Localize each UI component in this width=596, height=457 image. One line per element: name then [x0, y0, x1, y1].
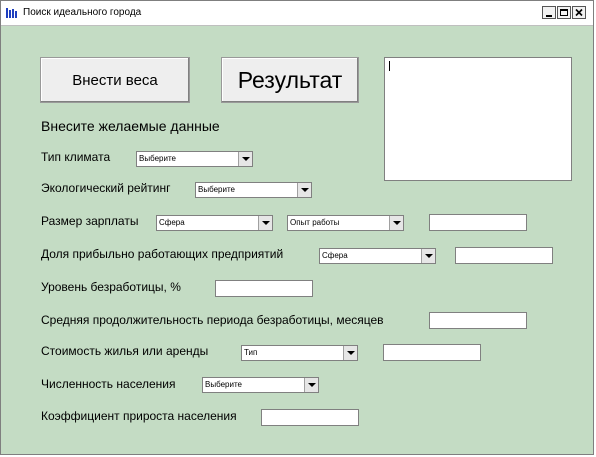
chevron-down-icon — [258, 216, 272, 230]
eco-rating-select[interactable]: Выберите — [195, 182, 312, 198]
housing-cost-label: Стоимость жилья или аренды — [41, 344, 209, 358]
salary-input[interactable] — [429, 214, 527, 231]
work-experience-select[interactable]: Опыт работы — [287, 215, 404, 231]
app-window: Поиск идеального города Внести веса Резу… — [0, 0, 594, 455]
minimize-button[interactable] — [542, 6, 556, 19]
profit-sector-select-value: Сфера — [322, 251, 348, 260]
unemployment-rate-input[interactable] — [215, 280, 313, 297]
title-bar[interactable]: Поиск идеального города — [1, 1, 593, 26]
climate-select[interactable]: Выберите — [136, 151, 253, 167]
result-textarea[interactable] — [384, 57, 572, 181]
population-growth-label: Коэффициент прироста населения — [41, 409, 237, 423]
profit-sector-select[interactable]: Сфера — [319, 248, 436, 264]
chevron-down-icon — [389, 216, 403, 230]
housing-type-select[interactable]: Тип — [241, 345, 358, 361]
salary-sector-select[interactable]: Сфера — [156, 215, 273, 231]
result-button[interactable]: Результат — [221, 57, 359, 103]
eco-rating-label: Экологический рейтинг — [41, 181, 171, 195]
chevron-down-icon — [297, 183, 311, 197]
eco-rating-select-value: Выберите — [198, 185, 235, 194]
form-client-area: Внести веса Результат Внесите желаемые д… — [2, 26, 592, 453]
close-icon — [575, 8, 583, 17]
unemployment-duration-input[interactable] — [429, 312, 527, 329]
chevron-down-icon — [343, 346, 357, 360]
population-label: Численность населения — [41, 377, 176, 391]
window-title: Поиск идеального города — [23, 7, 142, 18]
minimize-icon — [546, 15, 552, 17]
salary-label: Размер зарплаты — [41, 214, 139, 228]
profitable-enterprises-label: Доля прибыльно работающих предприятий — [41, 247, 284, 261]
climate-label: Тип климата — [41, 150, 111, 164]
chevron-down-icon — [304, 378, 318, 392]
maximize-icon — [560, 9, 568, 16]
housing-cost-input[interactable] — [383, 344, 481, 361]
text-caret — [389, 61, 390, 71]
close-button[interactable] — [572, 6, 586, 19]
form-heading: Внесите желаемые данные — [41, 118, 220, 134]
chevron-down-icon — [421, 249, 435, 263]
profitable-enterprises-input[interactable] — [455, 247, 553, 264]
maximize-button[interactable] — [557, 6, 571, 19]
salary-sector-select-value: Сфера — [159, 218, 185, 227]
climate-select-value: Выберите — [139, 154, 176, 163]
population-select[interactable]: Выберите — [202, 377, 319, 393]
unemployment-duration-label: Средняя продолжительность периода безраб… — [41, 313, 384, 327]
enter-weights-button[interactable]: Внести веса — [40, 57, 190, 103]
unemployment-rate-label: Уровень безработицы, % — [41, 280, 181, 294]
chevron-down-icon — [238, 152, 252, 166]
app-icon — [6, 8, 17, 18]
population-growth-input[interactable] — [261, 409, 359, 426]
population-select-value: Выберите — [205, 380, 242, 389]
housing-type-select-value: Тип — [244, 348, 258, 357]
work-experience-select-value: Опыт работы — [290, 218, 340, 227]
